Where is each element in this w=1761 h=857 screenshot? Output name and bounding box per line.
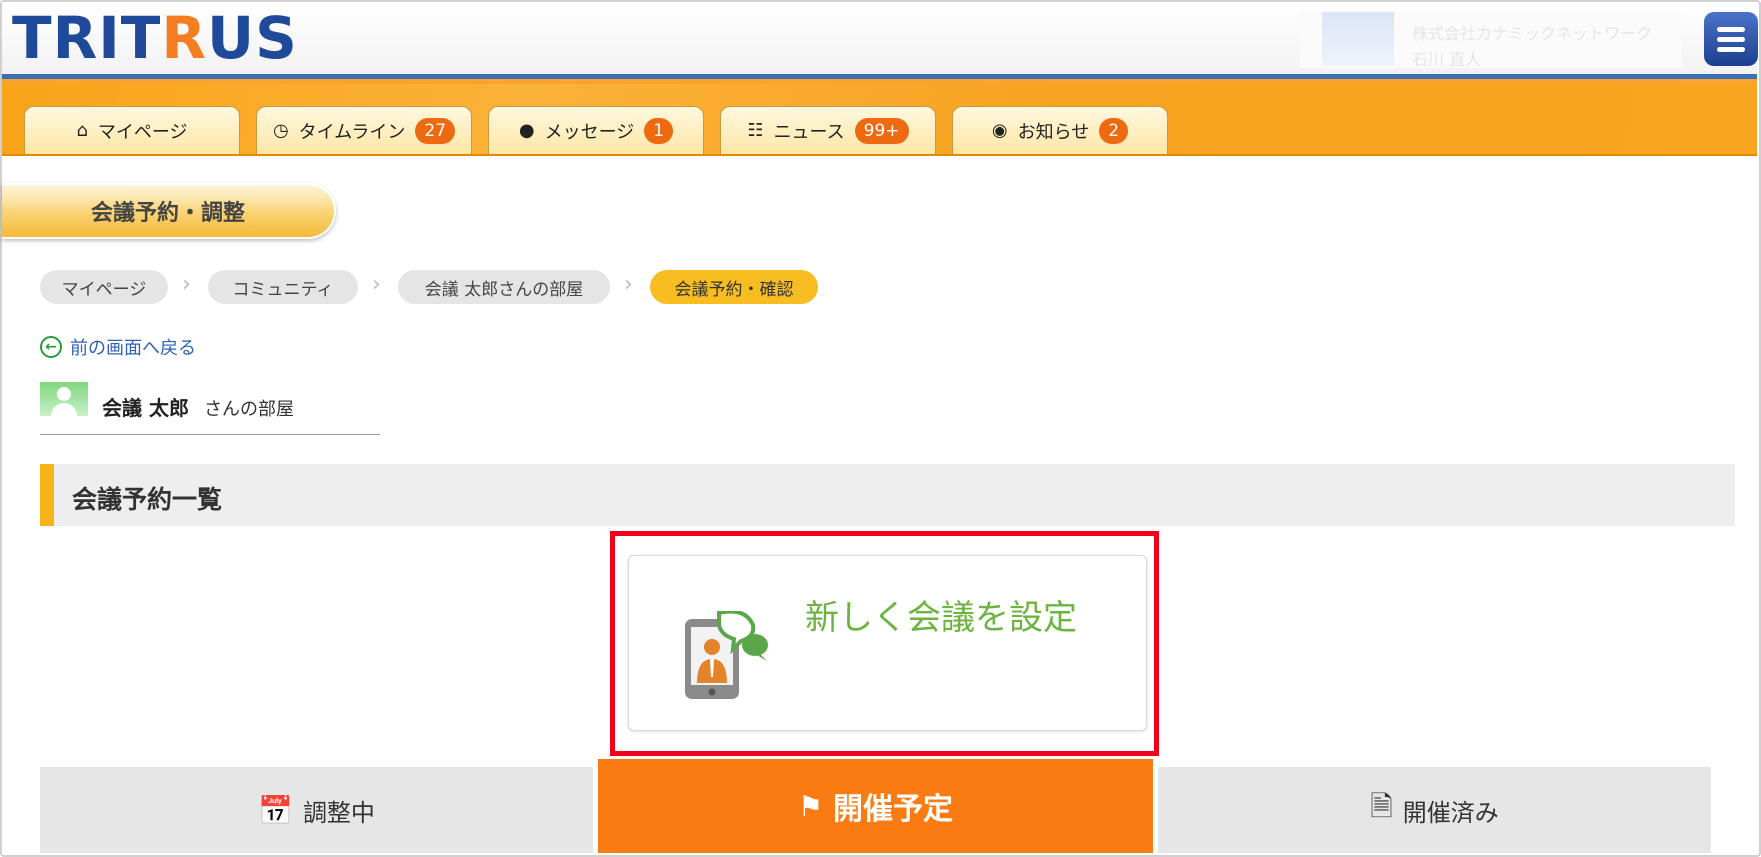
breadcrumb-item-mypage[interactable]: マイページ xyxy=(40,270,168,304)
page-title: 会議予約・調整 xyxy=(2,183,336,239)
clock-icon: ◷ xyxy=(272,120,289,141)
nav-tab-label: マイページ xyxy=(97,121,188,143)
tab-label: 開催済み xyxy=(1402,798,1499,827)
section-header: 会議予約一覧 xyxy=(40,464,1735,526)
hamburger-menu-icon[interactable] xyxy=(1704,12,1758,66)
count-badge: 2 xyxy=(1099,117,1129,144)
notice-icon: ◉ xyxy=(991,120,1008,141)
breadcrumb-item-current: 会議予約・確認 xyxy=(650,270,818,304)
flag-icon: ⚑ xyxy=(797,789,824,823)
nav-tab-label: メッセージ xyxy=(544,121,635,143)
logo-text-part1: TRIT xyxy=(12,4,162,72)
avatar xyxy=(40,382,88,416)
back-link[interactable]: ← 前の画面へ戻る xyxy=(40,334,196,360)
book-icon: ☷ xyxy=(747,120,764,141)
section-title: 会議予約一覧 xyxy=(72,485,223,514)
nav-tab-timeline[interactable]: ◷ タイムライン 27 xyxy=(256,106,472,154)
calendar-icon: 📅 xyxy=(258,793,293,827)
video-meeting-icon xyxy=(685,611,768,699)
tab-label: 調整中 xyxy=(302,798,375,827)
home-icon: ⌂ xyxy=(76,120,88,141)
nav-tab-mypage[interactable]: ⌂ マイページ xyxy=(24,106,240,154)
nav-tab-label: お知らせ xyxy=(1017,121,1090,143)
count-badge: 27 xyxy=(415,117,456,144)
owner-room-suffix: さんの部屋 xyxy=(204,399,294,420)
new-meeting-label: 新しく会議を設定 xyxy=(805,598,1077,638)
arrow-left-circle-icon: ← xyxy=(40,336,62,358)
user-company: 株式会社カナミックネットワーク xyxy=(1412,24,1653,43)
count-badge: 99+ xyxy=(854,117,909,144)
count-badge: 1 xyxy=(644,117,674,144)
document-icon: 🗎 xyxy=(1370,790,1393,823)
logo-text-part2: R xyxy=(161,4,208,72)
tab-label: 開催予定 xyxy=(833,792,954,827)
tab-scheduled[interactable]: ⚑ 開催予定 xyxy=(598,759,1153,853)
breadcrumb-item-room[interactable]: 会議 太郎さんの部屋 xyxy=(398,270,610,304)
divider xyxy=(40,434,380,435)
new-meeting-button[interactable]: 新しく会議を設定 xyxy=(628,555,1147,731)
back-link-label: 前の画面へ戻る xyxy=(70,338,196,359)
nav-tab-message[interactable]: ● メッセージ 1 xyxy=(488,106,704,154)
breadcrumb-separator-icon: › xyxy=(372,272,381,297)
main-nav: ⌂ マイページ ◷ タイムライン 27 ● メッセージ 1 ☷ ニュース 99+… xyxy=(2,84,1757,156)
breadcrumb-separator-icon: › xyxy=(624,272,633,297)
owner-name: 会議 太郎 xyxy=(102,396,189,420)
nav-tab-news[interactable]: ☷ ニュース 99+ xyxy=(720,106,936,154)
user-card[interactable]: 株式会社カナミックネットワーク 石川 直人 xyxy=(1300,10,1682,69)
chat-icon: ● xyxy=(518,120,535,141)
user-name: 石川 直人 xyxy=(1412,50,1482,69)
section-accent-bar xyxy=(40,464,54,526)
nav-tab-label: ニュース xyxy=(773,121,845,143)
top-header: TRITRUS 株式会社カナミックネットワーク 石川 直人 xyxy=(2,2,1758,74)
breadcrumb-item-community[interactable]: コミュニティ xyxy=(208,270,358,304)
tritrus-logo[interactable]: TRITRUS xyxy=(12,9,298,67)
breadcrumb-separator-icon: › xyxy=(182,272,191,297)
tab-held[interactable]: 🗎 開催済み xyxy=(1158,767,1711,853)
user-avatar xyxy=(1322,12,1394,66)
nav-tab-notice[interactable]: ◉ お知らせ 2 xyxy=(952,106,1168,154)
nav-tab-label: タイムライン xyxy=(298,121,406,143)
tab-adjusting[interactable]: 📅 調整中 xyxy=(40,767,593,853)
logo-text-part3: US xyxy=(207,4,298,72)
